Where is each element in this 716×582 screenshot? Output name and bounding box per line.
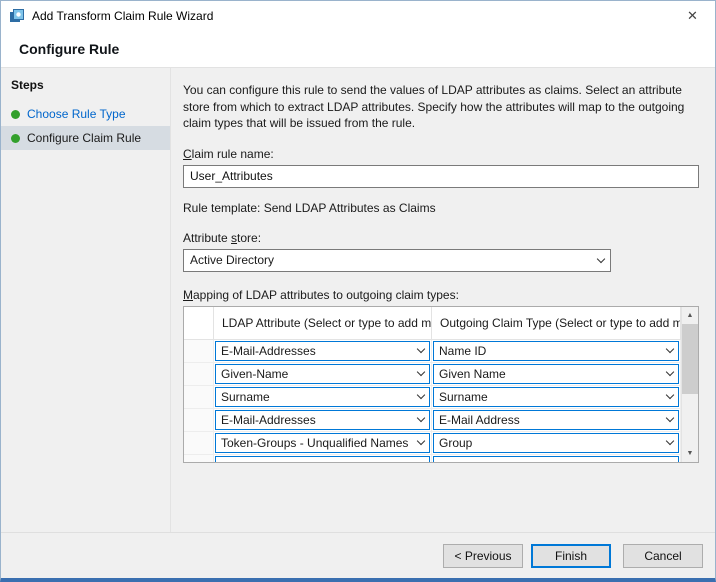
- table-cell: E-Mail-Addresses: [214, 340, 432, 363]
- close-icon[interactable]: ✕: [670, 1, 715, 31]
- outgoing-claim-select[interactable]: E-Mail Address: [433, 410, 679, 430]
- table-row: Surname Surname: [184, 386, 681, 409]
- cancel-button[interactable]: Cancel: [623, 544, 703, 568]
- column-header-ldap: LDAP Attribute (Select or type to add mo…: [214, 307, 432, 340]
- table-cell: Surname: [214, 386, 432, 409]
- outgoing-claim-select[interactable]: Group: [433, 433, 679, 453]
- row-selector-header: [184, 307, 214, 340]
- table-cell: Given Name: [432, 363, 681, 386]
- table-cell: E-Mail Address: [432, 409, 681, 432]
- ldap-attribute-select[interactable]: E-Mail-Addresses: [215, 410, 430, 430]
- footer-bar: < Previous Finish Cancel: [1, 532, 715, 578]
- content-panel: You can configure this rule to send the …: [171, 68, 715, 532]
- chevron-down-icon[interactable]: [662, 411, 678, 429]
- page-header: Configure Rule: [1, 31, 715, 68]
- table-cell: [214, 455, 432, 462]
- row-selector[interactable]: [184, 340, 214, 363]
- mapping-label: Mapping of LDAP attributes to outgoing c…: [183, 288, 699, 302]
- ldap-attribute-value: Given-Name: [221, 367, 413, 381]
- row-selector[interactable]: [184, 409, 214, 432]
- scroll-down-icon[interactable]: ▼: [682, 445, 698, 462]
- row-selector[interactable]: [184, 386, 214, 409]
- claim-rule-name-label: Claim rule name:: [183, 147, 699, 161]
- outgoing-claim-value: Name ID: [439, 344, 662, 358]
- steps-sidebar: Steps Choose Rule Type Configure Claim R…: [1, 68, 171, 532]
- chevron-down-icon[interactable]: [413, 365, 429, 383]
- ldap-attribute-value: Token-Groups - Unqualified Names: [221, 436, 413, 450]
- table-cell: Surname: [432, 386, 681, 409]
- outgoing-claim-select[interactable]: Given Name: [433, 364, 679, 384]
- claim-rule-name-input[interactable]: [183, 165, 699, 188]
- column-header-claim: Outgoing Claim Type (Select or type to a…: [432, 307, 681, 340]
- step-label: Choose Rule Type: [27, 107, 126, 121]
- rule-template-text: Rule template: Send LDAP Attributes as C…: [183, 201, 699, 215]
- rule-description: You can configure this rule to send the …: [183, 82, 699, 132]
- row-selector[interactable]: [184, 455, 214, 462]
- table-row: Token-Groups - Unqualified Names Group: [184, 432, 681, 455]
- titlebar: Add Transform Claim Rule Wizard ✕: [1, 1, 715, 31]
- wizard-window: Add Transform Claim Rule Wizard ✕ Config…: [0, 0, 716, 582]
- chevron-down-icon[interactable]: [662, 388, 678, 406]
- chevron-down-icon[interactable]: [592, 250, 610, 271]
- outgoing-claim-value: Surname: [439, 390, 662, 404]
- table-cell: E-Mail-Addresses: [214, 409, 432, 432]
- previous-button[interactable]: < Previous: [443, 544, 523, 568]
- window-title: Add Transform Claim Rule Wizard: [32, 9, 213, 23]
- chevron-down-icon[interactable]: [662, 342, 678, 360]
- table-cell: Given-Name: [214, 363, 432, 386]
- mapping-table: LDAP Attribute (Select or type to add mo…: [183, 306, 699, 463]
- table-row-partial: [184, 455, 681, 462]
- outgoing-claim-value: E-Mail Address: [439, 413, 662, 427]
- chevron-down-icon[interactable]: [413, 434, 429, 452]
- ldap-attribute-select[interactable]: [215, 456, 430, 462]
- steps-heading: Steps: [1, 78, 170, 102]
- step-complete-icon: [11, 110, 20, 119]
- outgoing-claim-select[interactable]: [433, 456, 679, 462]
- table-header-row: LDAP Attribute (Select or type to add mo…: [184, 307, 681, 340]
- ldap-attribute-value: Surname: [221, 390, 413, 404]
- ldap-attribute-value: E-Mail-Addresses: [221, 344, 413, 358]
- scrollbar-thumb[interactable]: [682, 324, 698, 394]
- sidebar-item-choose-rule-type[interactable]: Choose Rule Type: [1, 102, 170, 126]
- outgoing-claim-select[interactable]: Surname: [433, 387, 679, 407]
- wizard-icon: [9, 8, 25, 24]
- finish-button[interactable]: Finish: [531, 544, 611, 568]
- table-scrollbar[interactable]: ▲ ▼: [681, 307, 698, 462]
- outgoing-claim-value: Group: [439, 436, 662, 450]
- scroll-up-icon[interactable]: ▲: [682, 307, 698, 324]
- row-selector[interactable]: [184, 363, 214, 386]
- ldap-attribute-select[interactable]: Given-Name: [215, 364, 430, 384]
- attribute-store-label: Attribute store:: [183, 231, 699, 245]
- table-row: Given-Name Given Name: [184, 363, 681, 386]
- outgoing-claim-value: Given Name: [439, 367, 662, 381]
- attribute-store-select[interactable]: Active Directory: [183, 249, 611, 272]
- attribute-store-value: Active Directory: [190, 253, 592, 267]
- chevron-down-icon[interactable]: [662, 434, 678, 452]
- table-row: E-Mail-Addresses Name ID: [184, 340, 681, 363]
- table-row: E-Mail-Addresses E-Mail Address: [184, 409, 681, 432]
- chevron-down-icon[interactable]: [413, 411, 429, 429]
- step-label: Configure Claim Rule: [27, 131, 141, 145]
- chevron-down-icon[interactable]: [662, 365, 678, 383]
- table-cell: Token-Groups - Unqualified Names: [214, 432, 432, 455]
- table-cell: [432, 455, 681, 462]
- ldap-attribute-value: E-Mail-Addresses: [221, 413, 413, 427]
- table-cell: Name ID: [432, 340, 681, 363]
- row-selector[interactable]: [184, 432, 214, 455]
- table-cell: Group: [432, 432, 681, 455]
- page-title: Configure Rule: [19, 41, 119, 57]
- outgoing-claim-select[interactable]: Name ID: [433, 341, 679, 361]
- ldap-attribute-select[interactable]: E-Mail-Addresses: [215, 341, 430, 361]
- ldap-attribute-select[interactable]: Token-Groups - Unqualified Names: [215, 433, 430, 453]
- chevron-down-icon[interactable]: [413, 388, 429, 406]
- ldap-attribute-select[interactable]: Surname: [215, 387, 430, 407]
- step-complete-icon: [11, 134, 20, 143]
- chevron-down-icon[interactable]: [413, 342, 429, 360]
- sidebar-item-configure-claim-rule[interactable]: Configure Claim Rule: [1, 126, 170, 150]
